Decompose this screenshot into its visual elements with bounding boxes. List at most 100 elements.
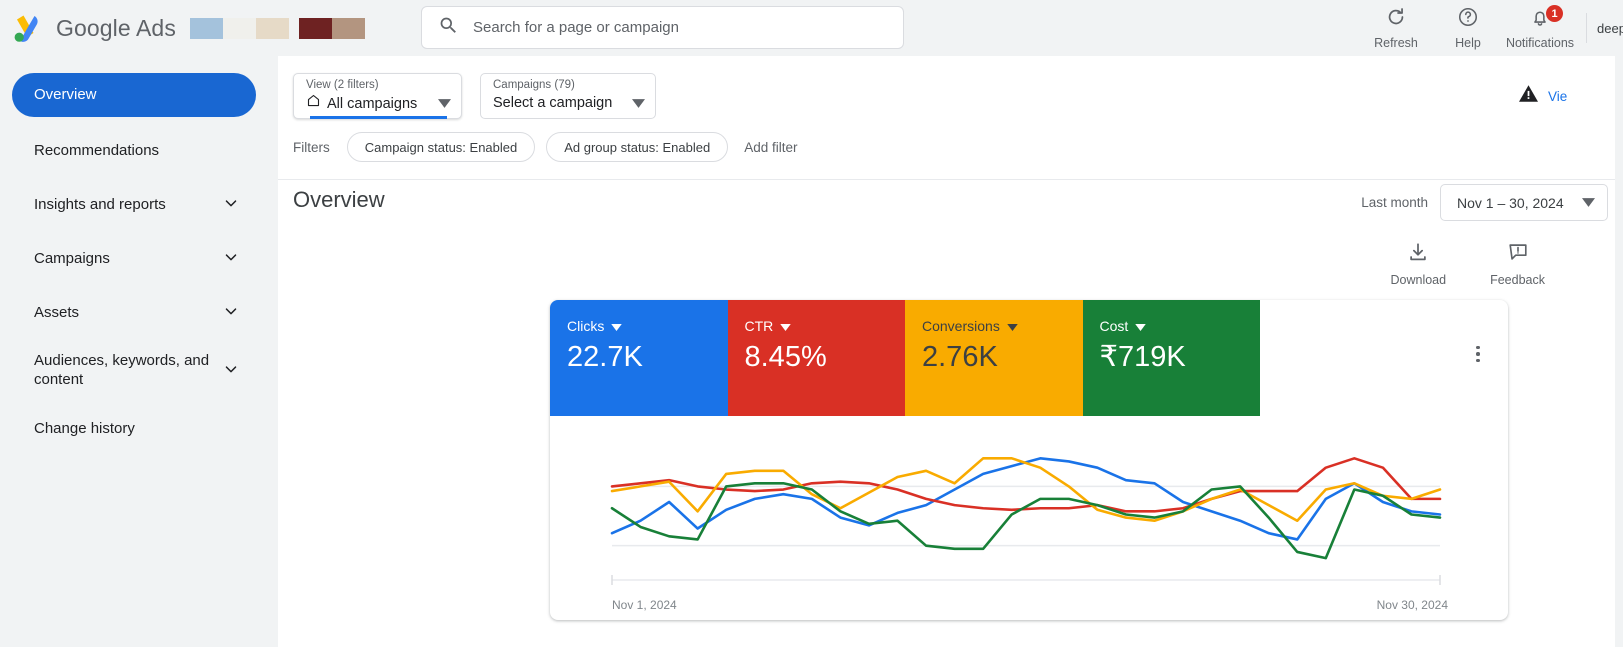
sidebar-item-recommendations[interactable]: Recommendations [12,129,256,173]
view-selector[interactable]: View (2 filters) All campaigns [293,73,462,119]
view-selector-caption: View (2 filters) [306,79,379,91]
metric-value: 8.45% [744,341,827,373]
filter-chip-ad-group-status[interactable]: Ad group status: Enabled [546,132,729,162]
swatch-offwhite [222,17,256,39]
metric-label: CTR [744,318,774,334]
add-filter-button[interactable]: Add filter [744,140,797,155]
metric-tiles: Clicks 22.7K CTR 8.45% Conversions 2.76K… [550,300,1260,416]
brand-text: Google Ads [56,14,176,41]
chevron-down-icon [222,194,240,216]
selector-row: View (2 filters) All campaigns Campaigns… [293,73,656,119]
sidebar-item-label: Overview [34,85,97,103]
sidebar-item-audiences-keywords-and-content[interactable]: Audiences, keywords, and content [12,345,256,397]
campaign-selector[interactable]: Campaigns (79) Select a campaign [480,73,656,119]
search-icon [438,15,459,41]
search-bar[interactable] [421,6,904,49]
metric-tile-cost[interactable]: Cost ₹719K [1082,300,1260,416]
sidebar-item-label: Change history [34,419,135,437]
chevron-down-icon [1135,318,1147,334]
notifications-button[interactable]: 1 Notifications [1504,5,1576,50]
chevron-down-icon [438,95,451,113]
metric-value: 22.7K [567,341,643,373]
help-button[interactable]: Help [1432,6,1504,50]
refresh-label: Refresh [1374,36,1418,50]
refresh-icon [1385,6,1407,33]
account-name[interactable]: deep [1597,21,1623,36]
filters-label: Filters [293,139,330,155]
feedback-button[interactable]: Feedback [1490,241,1545,287]
view-warning[interactable]: Vie [1518,84,1567,108]
top-bar: Google Ads Refresh [0,0,1623,56]
sidebar-item-assets[interactable]: Assets [12,291,256,335]
swatch-blue [189,17,223,39]
more-vert-icon[interactable] [1466,342,1490,366]
sidebar-item-overview[interactable]: Overview [12,73,256,117]
divider [278,179,1623,180]
metric-label: Conversions [922,318,1000,334]
refresh-button[interactable]: Refresh [1360,6,1432,50]
sidebar-item-campaigns[interactable]: Campaigns [12,237,256,281]
download-icon [1407,241,1429,268]
feedback-icon [1507,241,1529,268]
help-label: Help [1455,36,1481,50]
metric-tile-clicks[interactable]: Clicks 22.7K [550,300,728,416]
right-scroll-gutter[interactable] [1615,56,1623,647]
date-range-prefix: Last month [1361,195,1428,210]
chevron-down-icon [632,95,645,113]
chart-x-end-label: Nov 30, 2024 [1376,598,1448,612]
chevron-down-icon [222,360,240,382]
metric-tile-conversions[interactable]: Conversions 2.76K [905,300,1083,416]
chevron-down-icon [222,302,240,324]
metric-value: ₹719K [1099,341,1186,373]
google-ads-logo-icon [12,13,46,43]
notifications-label: Notifications [1505,36,1575,50]
view-selector-underline [310,116,447,119]
top-divider [1586,13,1587,43]
metric-label: Clicks [567,318,605,334]
date-range-value: Nov 1 – 30, 2024 [1457,194,1564,211]
metric-value: 2.76K [922,341,998,373]
swatch-maroon [298,17,332,39]
metric-tile-ctr[interactable]: CTR 8.45% [727,300,905,416]
swatch-gap [289,18,299,39]
color-swatches [189,17,365,39]
sidebar-item-label: Campaigns [34,249,110,267]
swatch-brown [331,17,365,39]
sidebar-item-label: Audiences, keywords, and content [34,352,210,388]
date-range-selector[interactable]: Nov 1 – 30, 2024 [1440,184,1608,221]
view-selector-value: All campaigns [327,95,418,112]
chevron-down-icon [1582,194,1595,212]
sidebar-item-label: Recommendations [34,141,160,159]
home-icon [306,93,321,114]
notification-badge: 1 [1546,5,1563,22]
chevron-down-icon [780,318,792,334]
download-button[interactable]: Download [1391,241,1446,287]
filter-chip-campaign-status[interactable]: Campaign status: Enabled [346,132,536,162]
campaign-selector-caption: Campaigns (79) [493,79,575,91]
sidebar-item-insights-and-reports[interactable]: Insights and reports [12,183,256,227]
chevron-down-icon [222,248,240,270]
view-warning-text: Vie [1548,88,1568,104]
chevron-down-icon [611,318,623,334]
trend-chart: Nov 1, 2024 Nov 30, 2024 [550,416,1508,620]
page-title: Overview [293,187,385,212]
sidebar: Overview Recommendations Insights and re… [0,56,278,647]
filters-row: Filters Campaign status: Enabled Ad grou… [293,132,798,162]
swatch-tan [255,17,289,39]
brand[interactable]: Google Ads [12,13,176,43]
help-circle-icon [1457,6,1479,33]
sidebar-item-label: Assets [34,303,80,321]
feedback-label: Feedback [1490,273,1545,287]
top-actions: Refresh Help 1 Notifications deep [1360,0,1623,56]
search-input[interactable] [473,19,873,36]
chart-canvas [610,457,1442,585]
date-range-row: Last month Nov 1 – 30, 2024 [1361,184,1623,221]
sidebar-item-change-history[interactable]: Change history [12,407,256,451]
main-content: View (2 filters) All campaigns Campaigns… [278,56,1623,647]
metric-label: Cost [1099,318,1129,334]
chevron-down-icon [1007,318,1018,334]
warning-triangle-icon [1518,84,1539,108]
sidebar-item-label: Insights and reports [34,195,166,213]
chart-x-start-label: Nov 1, 2024 [612,598,677,612]
overview-card: Clicks 22.7K CTR 8.45% Conversions 2.76K… [550,300,1508,620]
